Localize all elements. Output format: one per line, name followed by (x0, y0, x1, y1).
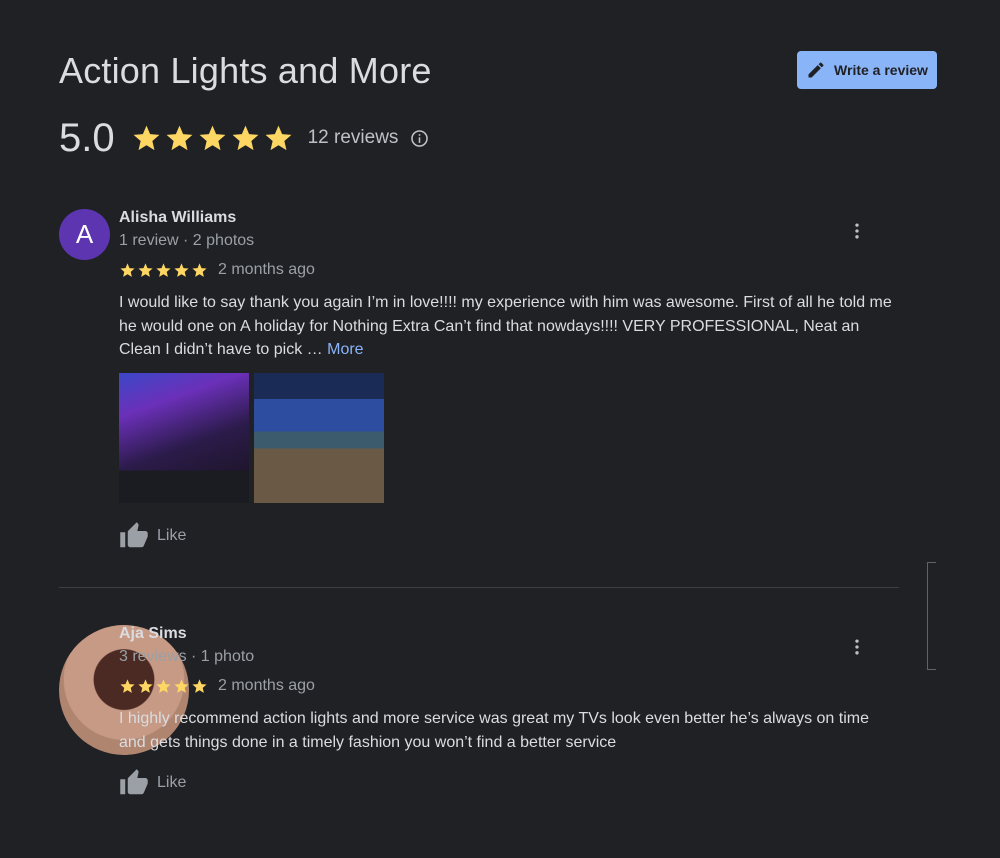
more-options-button[interactable] (847, 221, 867, 241)
star-icon (133, 125, 160, 150)
review-text: I would like to say thank you again I’m … (119, 291, 899, 362)
thumb-up-icon (120, 522, 148, 548)
more-vert-icon (855, 223, 859, 239)
star-icon (156, 678, 171, 693)
reviewer-meta: 1 review · 2 photos (119, 232, 255, 249)
star-icon (232, 125, 259, 150)
average-stars (131, 123, 294, 154)
pencil-icon (808, 62, 824, 78)
rating-summary: 5.0 12 reviews (59, 112, 429, 164)
like-button[interactable]: Like (119, 521, 186, 551)
avatar[interactable]: A (59, 209, 110, 260)
like-label: Like (157, 527, 187, 544)
review-rating: 2 months ago (119, 261, 315, 279)
star-icon (265, 125, 292, 150)
review-text: I highly recommend action lights and mor… (119, 710, 869, 751)
star-icon (138, 678, 153, 693)
page-title: Action Lights and More (59, 50, 432, 91)
review-date: 2 months ago (218, 677, 315, 694)
reviewer-name[interactable]: Aja Sims (119, 625, 187, 643)
average-rating: 5.0 (59, 115, 115, 160)
star-icon (199, 125, 226, 150)
scrollbar[interactable] (927, 562, 936, 670)
like-button[interactable]: Like (119, 768, 186, 798)
reviewer-meta: 3 reviews · 1 photo (119, 648, 255, 665)
star-icon (138, 262, 153, 277)
write-review-label: Write a review (834, 62, 928, 78)
star-icon (192, 262, 207, 277)
review-rating: 2 months ago (119, 677, 315, 695)
more-link[interactable]: More (327, 341, 363, 358)
review-divider (59, 587, 899, 588)
write-review-button[interactable]: Write a review (797, 51, 937, 89)
thumb-up-icon (120, 769, 148, 795)
more-options-button[interactable] (847, 637, 867, 657)
review-count: 12 reviews (307, 127, 399, 148)
star-icon (166, 125, 193, 150)
star-icon (120, 262, 135, 277)
star-icon (120, 678, 135, 693)
review-date: 2 months ago (218, 261, 315, 278)
star-icon (192, 678, 207, 693)
review-text-body: I would like to say thank you again I’m … (119, 294, 892, 358)
star-icon (156, 262, 171, 277)
reviewer-name[interactable]: Alisha Williams (119, 209, 236, 227)
review-photo[interactable] (254, 373, 384, 503)
star-icon (174, 678, 189, 693)
info-icon[interactable] (410, 129, 429, 148)
more-vert-icon (855, 639, 859, 655)
like-label: Like (157, 774, 187, 791)
review-photo[interactable] (119, 373, 249, 503)
review-photos (119, 373, 384, 503)
star-icon (174, 262, 189, 277)
